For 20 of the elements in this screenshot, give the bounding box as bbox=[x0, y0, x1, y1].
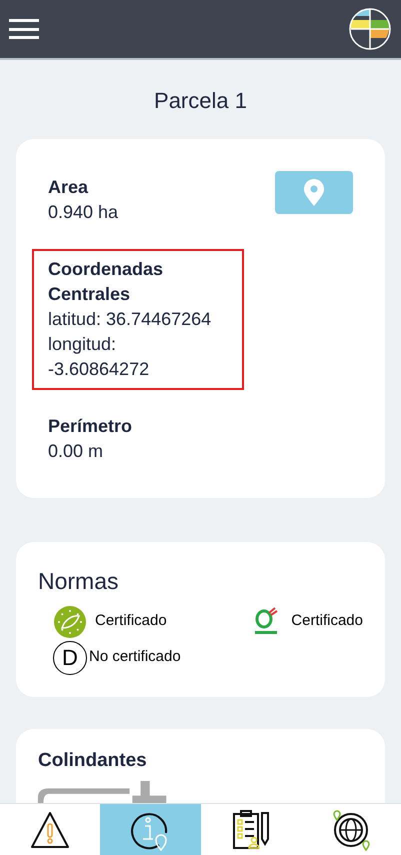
field-label: Area bbox=[48, 176, 90, 199]
field-value: 0.00 m bbox=[48, 440, 104, 463]
field-value: latitud: 36.74467264 bbox=[48, 308, 212, 331]
section-title: Normas bbox=[38, 567, 120, 596]
page-title: Parcela 1 bbox=[153, 87, 248, 115]
letter-badge: D bbox=[53, 640, 87, 674]
app-logo-icon bbox=[348, 7, 392, 51]
norm-status: No certificado bbox=[89, 647, 181, 668]
nav-tab[interactable] bbox=[100, 804, 200, 855]
section-title: Colindantes bbox=[38, 748, 148, 772]
warning-icon bbox=[30, 810, 70, 850]
field-label: Perímetro bbox=[48, 415, 134, 438]
field-value: 0.940 ha bbox=[48, 201, 120, 224]
leaf-logo-icon bbox=[53, 604, 87, 638]
norm-status: Certificado bbox=[291, 611, 363, 632]
norm-status: Certificado bbox=[95, 611, 167, 632]
field-value: longitud: bbox=[48, 333, 118, 356]
map-pin-icon bbox=[303, 178, 325, 206]
field-value: -3.60864272 bbox=[48, 358, 150, 381]
menu-button[interactable] bbox=[9, 19, 39, 39]
